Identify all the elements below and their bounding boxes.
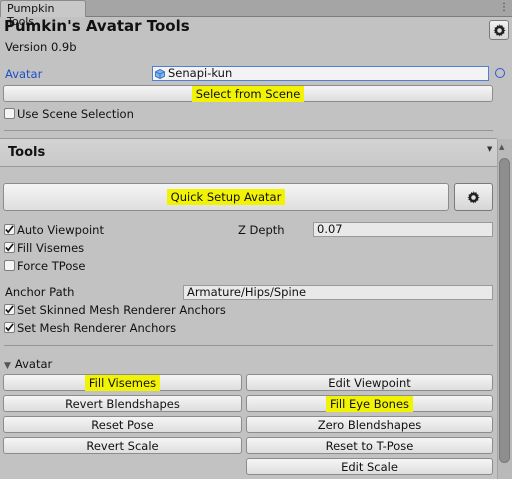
fill-eye-bones-button[interactable]: Fill Eye Bones: [246, 395, 493, 412]
divider: [4, 345, 493, 346]
window-title: Pumkin's Avatar Tools: [4, 17, 190, 35]
avatar-value: Senapi-kun: [168, 66, 233, 80]
avatar-object-field[interactable]: Senapi-kun: [152, 66, 489, 81]
revert-blendshapes-button[interactable]: Revert Blendshapes: [3, 395, 242, 412]
anchor-path-label: Anchor Path: [5, 285, 75, 299]
tab-pumpkin-tools[interactable]: Pumpkin Tools: [0, 0, 86, 28]
reset-pose-button[interactable]: Reset Pose: [3, 416, 242, 433]
set-mesh-anchors-checkbox[interactable]: [4, 322, 15, 333]
dropdown-arrow-icon: ▼: [487, 145, 493, 153]
set-skinned-anchors-label: Set Skinned Mesh Renderer Anchors: [17, 303, 226, 317]
anchor-path-field[interactable]: Armature/Hips/Spine: [183, 285, 493, 300]
checkmark-icon: [5, 323, 14, 332]
zero-blendshapes-button[interactable]: Zero Blendshapes: [246, 416, 493, 433]
settings-button[interactable]: [489, 20, 509, 40]
tools-section-header[interactable]: Tools ▼: [0, 138, 497, 167]
auto-viewpoint-label: Auto Viewpoint: [17, 223, 104, 237]
kebab-menu-icon[interactable]: ⋮: [497, 0, 511, 16]
fill-visemes-button[interactable]: Fill Visemes: [3, 374, 242, 391]
object-picker-icon[interactable]: [495, 68, 505, 78]
gear-icon: [492, 23, 506, 37]
force-tpose-label: Force TPose: [17, 259, 86, 273]
z-depth-field[interactable]: 0.07: [313, 222, 493, 237]
reset-to-tpose-button[interactable]: Reset to T-Pose: [246, 437, 493, 454]
quick-setup-avatar-button[interactable]: Quick Setup Avatar: [3, 183, 449, 211]
gear-icon: [467, 190, 480, 204]
edit-viewpoint-button[interactable]: Edit Viewpoint: [246, 374, 493, 391]
edit-scale-button[interactable]: Edit Scale: [246, 458, 493, 475]
cube-icon: [155, 69, 165, 79]
fill-visemes-label: Fill Visemes: [17, 241, 85, 255]
foldout-arrow-icon: ▼: [4, 361, 11, 371]
avatar-label: Avatar: [5, 67, 43, 81]
scrollbar-thumb[interactable]: [499, 158, 510, 463]
set-mesh-anchors-label: Set Mesh Renderer Anchors: [17, 321, 177, 335]
fill-visemes-button-label: Fill Visemes: [84, 374, 161, 391]
select-from-scene-label: Select from Scene: [191, 85, 305, 102]
select-from-scene-button[interactable]: Select from Scene: [3, 85, 493, 102]
force-tpose-checkbox[interactable]: [4, 260, 15, 271]
revert-scale-button[interactable]: Revert Scale: [3, 437, 242, 454]
avatar-foldout[interactable]: ▼ Avatar: [4, 357, 52, 371]
set-skinned-anchors-checkbox[interactable]: [4, 304, 15, 315]
quick-setup-settings-button[interactable]: [454, 183, 493, 211]
checkmark-icon: [5, 225, 14, 234]
use-scene-selection-checkbox[interactable]: [4, 108, 15, 119]
auto-viewpoint-checkbox[interactable]: [4, 224, 15, 235]
tools-title: Tools: [8, 145, 46, 160]
version-label: Version 0.9b: [5, 40, 77, 54]
fill-visemes-checkbox[interactable]: [4, 242, 15, 253]
avatar-foldout-label: Avatar: [14, 357, 53, 371]
fill-eye-bones-button-label: Fill Eye Bones: [325, 395, 414, 412]
checkmark-icon: [5, 305, 14, 314]
use-scene-selection-label: Use Scene Selection: [17, 107, 134, 121]
scroll-up-arrow-icon[interactable]: ▲: [499, 143, 504, 151]
divider: [4, 130, 493, 131]
checkmark-icon: [5, 243, 14, 252]
z-depth-label: Z Depth: [238, 223, 285, 237]
quick-setup-label: Quick Setup Avatar: [166, 189, 286, 205]
